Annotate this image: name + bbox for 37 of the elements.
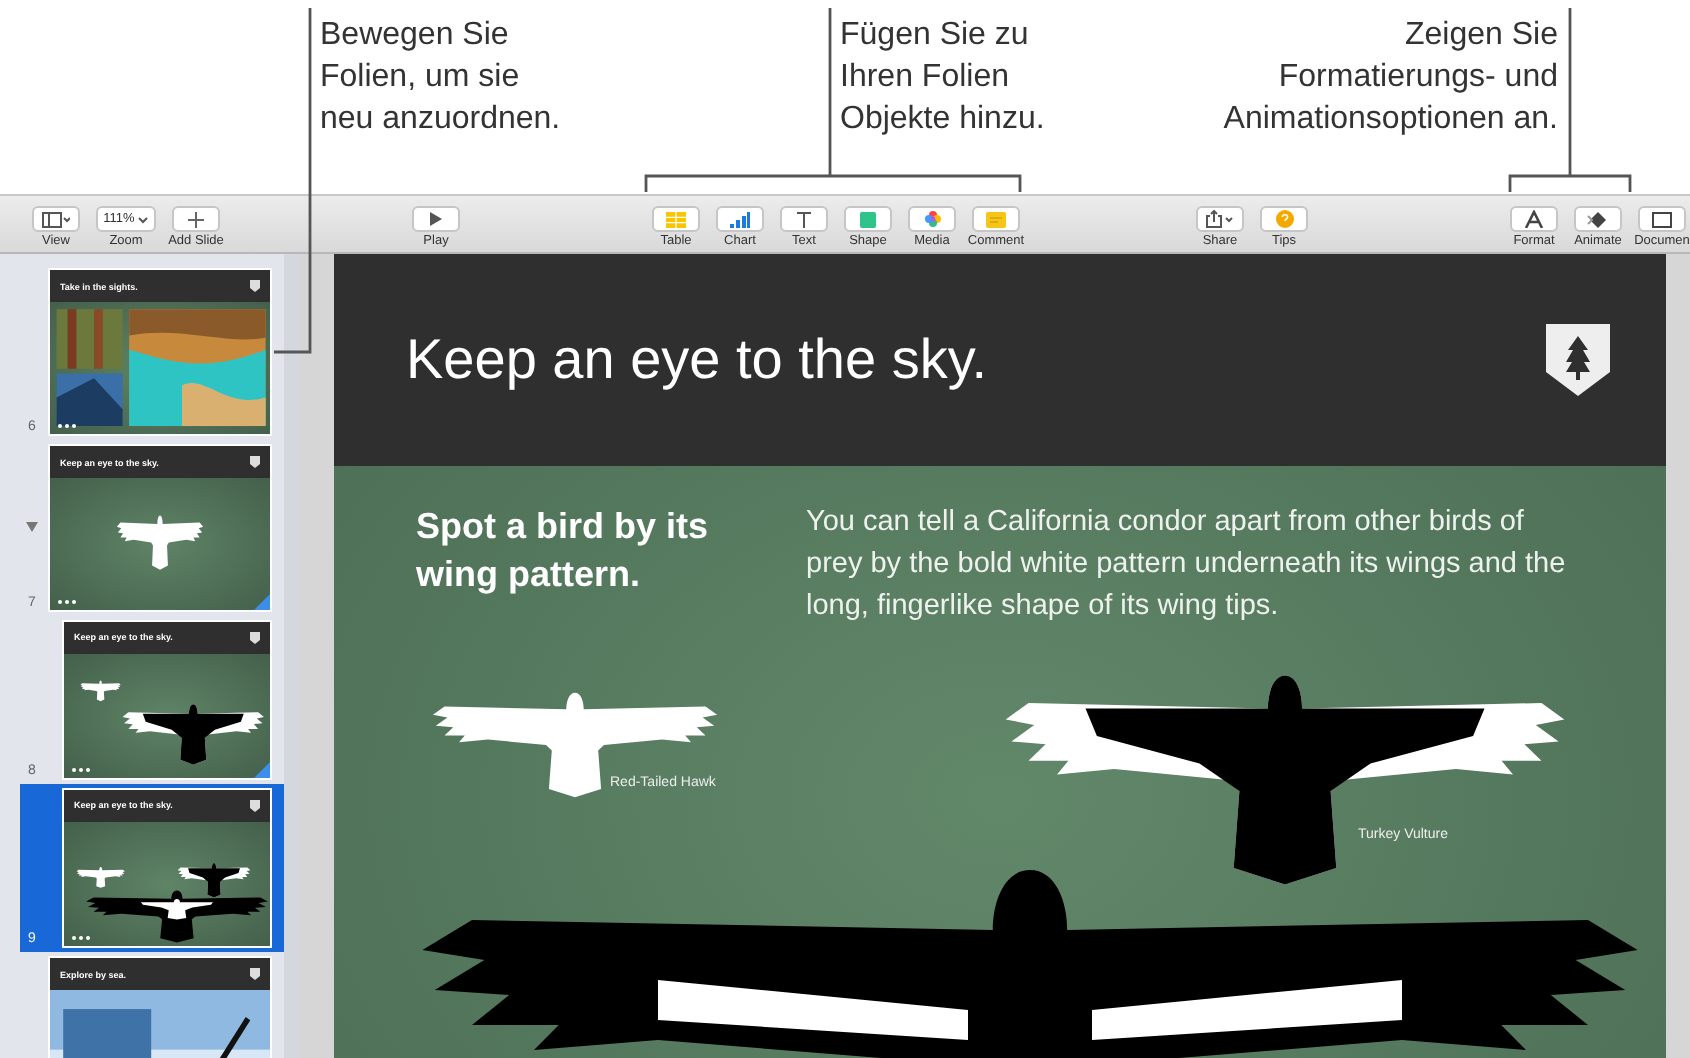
callout-text: Bewegen Sie Folien, um sie neu anzuordnen. (320, 16, 561, 140)
chart-icon (730, 211, 750, 227)
birds-drawing (116, 514, 204, 572)
callout-text: Fügen Sie zu Ihren Folien Objekte hinzu. (840, 16, 1045, 140)
play-icon (430, 212, 442, 226)
slide-title: Keep an eye to the sky. (406, 328, 988, 392)
toolbar-button[interactable] (1638, 206, 1686, 232)
text-icon (796, 211, 812, 227)
shield-icon (250, 799, 260, 812)
sidebar-icon (42, 211, 70, 227)
toolbar-button[interactable] (716, 206, 764, 232)
disclosure-triangle[interactable] (26, 522, 38, 532)
plus-icon (188, 211, 204, 227)
table-icon (666, 211, 686, 227)
toolbar-button[interactable] (1510, 206, 1558, 232)
toolbar-button[interactable] (32, 206, 80, 232)
toolbar-button[interactable] (172, 206, 220, 232)
diamond-icon (1586, 211, 1610, 227)
comment-icon (986, 211, 1006, 227)
callout-text: Zeigen Sie Formatierungs- und Animationsoptionen an. (1223, 16, 1558, 140)
toolbar-button[interactable] (1574, 206, 1622, 232)
slide-paragraph: You can tell a California condor apart from other birds of prey by the bold white pattern underneath its wings and the long, fingerlike shape of its wing tips. (806, 504, 1568, 626)
chevron-icon (138, 215, 149, 223)
shield-icon (250, 631, 260, 644)
shield-icon (250, 456, 260, 469)
shield-icon (250, 280, 260, 293)
document-icon (1652, 211, 1672, 227)
toolbar-button[interactable] (412, 206, 460, 232)
toolbar-button[interactable] (1196, 206, 1244, 232)
tree-badge-icon (1546, 324, 1610, 396)
share-icon (1206, 210, 1234, 228)
square-icon (860, 211, 876, 227)
question-icon (1275, 210, 1293, 228)
shield-icon (250, 968, 260, 981)
toolbar-button[interactable] (780, 206, 828, 232)
flower-icon (923, 210, 941, 228)
slide-heading: Spot a bird by its wing pattern. (416, 504, 711, 598)
